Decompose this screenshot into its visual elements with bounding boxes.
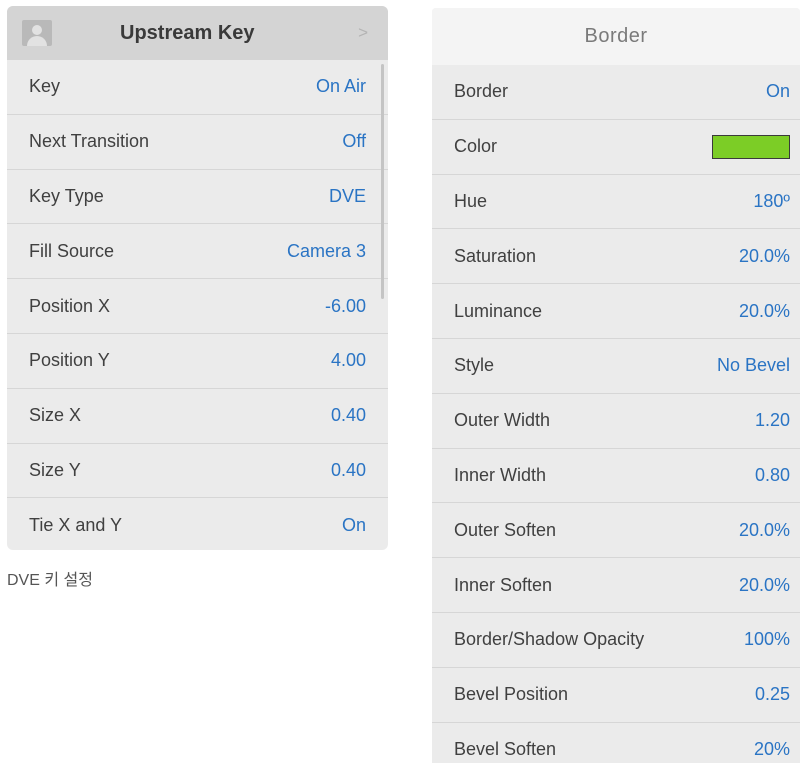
setting-label: Position Y — [29, 350, 110, 371]
setting-row-style[interactable]: Style No Bevel — [432, 339, 800, 394]
upstream-key-settings-list: Key On Air Next Transition Off Key Type … — [7, 60, 388, 550]
setting-row-size-x[interactable]: Size X 0.40 — [7, 389, 388, 444]
scrollbar[interactable] — [381, 64, 384, 299]
setting-value[interactable]: 100% — [744, 629, 790, 650]
user-avatar-icon — [22, 20, 52, 46]
setting-row-key[interactable]: Key On Air — [7, 60, 388, 115]
setting-value[interactable]: 0.40 — [331, 460, 366, 481]
setting-label: Bevel Soften — [454, 738, 557, 759]
setting-value[interactable]: On Air — [316, 76, 366, 97]
setting-row-hue[interactable]: Hue 180º — [432, 175, 800, 230]
border-header: Border — [432, 8, 800, 65]
setting-label: Outer Width — [454, 410, 551, 431]
setting-row-bevel-soften[interactable]: Bevel Soften 20% — [432, 723, 800, 763]
setting-label: Luminance — [454, 300, 543, 321]
setting-value[interactable]: 20.0% — [739, 246, 790, 267]
setting-label: Style — [454, 355, 495, 376]
setting-label: Fill Source — [29, 240, 115, 261]
setting-row-border[interactable]: Border On — [432, 65, 800, 120]
setting-row-color[interactable]: Color — [432, 120, 800, 175]
setting-label: Hue — [454, 190, 488, 211]
setting-value[interactable]: -6.00 — [325, 296, 366, 317]
color-swatch[interactable] — [712, 134, 790, 159]
setting-label: Border — [454, 81, 509, 102]
setting-value[interactable]: 20.0% — [739, 520, 790, 541]
setting-value[interactable]: On — [766, 81, 790, 102]
setting-row-luminance[interactable]: Luminance 20.0% — [432, 284, 800, 339]
setting-value[interactable]: 0.25 — [755, 684, 790, 705]
setting-label: Position X — [29, 295, 111, 316]
setting-label: Bevel Position — [454, 684, 569, 705]
border-settings-panel: Border Border On Color Hue 180º Saturati… — [432, 8, 800, 763]
setting-row-fill-source[interactable]: Fill Source Camera 3 — [7, 224, 388, 280]
setting-value[interactable]: Off — [342, 131, 366, 152]
setting-row-size-y[interactable]: Size Y 0.40 — [7, 444, 388, 499]
setting-label: Outer Soften — [454, 519, 557, 540]
setting-value[interactable]: 1.20 — [755, 410, 790, 431]
panel-title: Upstream Key — [120, 22, 255, 44]
setting-value[interactable]: On — [342, 515, 366, 536]
setting-value[interactable]: 0.80 — [755, 465, 790, 486]
setting-value[interactable]: 180º — [753, 191, 790, 212]
setting-label: Key — [29, 76, 61, 97]
figure-caption: DVE 키 설정 — [7, 572, 93, 589]
setting-row-key-type[interactable]: Key Type DVE — [7, 170, 388, 225]
setting-label: Next Transition — [29, 131, 150, 152]
setting-row-tie-x-and-y[interactable]: Tie X and Y On — [7, 498, 388, 550]
setting-label: Inner Soften — [454, 574, 553, 595]
upstream-key-header[interactable]: Upstream Key > — [7, 6, 388, 60]
setting-row-saturation[interactable]: Saturation 20.0% — [432, 229, 800, 285]
setting-row-inner-width[interactable]: Inner Width 0.80 — [432, 449, 800, 504]
setting-value[interactable]: Camera 3 — [287, 241, 366, 262]
setting-value[interactable]: 20% — [754, 739, 790, 760]
setting-value[interactable]: 20.0% — [739, 575, 790, 596]
setting-label: Inner Width — [454, 464, 547, 485]
setting-row-position-y[interactable]: Position Y 4.00 — [7, 334, 388, 389]
setting-label: Saturation — [454, 245, 537, 266]
upstream-key-panel: Upstream Key > Key On Air Next Transitio… — [7, 6, 388, 550]
chevron-right-icon[interactable]: > — [358, 6, 368, 60]
setting-row-next-transition[interactable]: Next Transition Off — [7, 115, 388, 170]
setting-row-position-x[interactable]: Position X -6.00 — [7, 279, 388, 334]
setting-value[interactable]: No Bevel — [717, 355, 790, 376]
setting-label: Size X — [29, 405, 82, 426]
setting-label: Border/Shadow Opacity — [454, 629, 645, 650]
setting-value[interactable]: DVE — [329, 186, 366, 207]
setting-row-outer-soften[interactable]: Outer Soften 20.0% — [432, 503, 800, 559]
setting-row-inner-soften[interactable]: Inner Soften 20.0% — [432, 558, 800, 613]
setting-row-bevel-position[interactable]: Bevel Position 0.25 — [432, 668, 800, 723]
setting-label: Size Y — [29, 459, 81, 480]
setting-value[interactable]: 20.0% — [739, 301, 790, 322]
setting-label: Key Type — [29, 185, 104, 206]
setting-value[interactable]: 4.00 — [331, 350, 366, 371]
border-settings-list: Border On Color Hue 180º Saturation 20.0… — [432, 65, 800, 763]
setting-value[interactable]: 0.40 — [331, 405, 366, 426]
setting-label: Tie X and Y — [29, 514, 123, 535]
setting-row-outer-width[interactable]: Outer Width 1.20 — [432, 394, 800, 449]
setting-label: Color — [454, 136, 498, 157]
setting-row-border-shadow-opacity[interactable]: Border/Shadow Opacity 100% — [432, 613, 800, 668]
